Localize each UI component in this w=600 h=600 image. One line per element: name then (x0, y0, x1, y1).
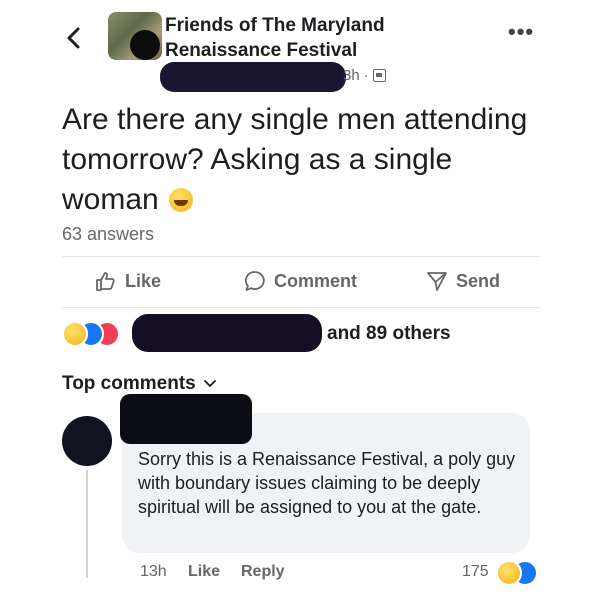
comment-like-button[interactable]: Like (188, 563, 220, 581)
post-message: Are there any single men attending tomor… (62, 103, 528, 216)
post-text: Are there any single men attending tomor… (62, 100, 542, 220)
like-button[interactable]: Like (95, 270, 161, 292)
group-avatar[interactable] (108, 12, 162, 60)
reactor-names-redacted (132, 314, 322, 352)
commenter-avatar[interactable] (62, 416, 112, 466)
divider (62, 307, 540, 308)
group-name[interactable]: Friends of The Maryland Renaissance Fest… (165, 13, 445, 63)
divider (62, 256, 540, 257)
comment-sort-label: Top comments (62, 373, 196, 394)
group-privacy-icon (372, 69, 386, 82)
chevron-left-icon (67, 27, 80, 49)
thread-line (86, 470, 88, 578)
reactions-others-text[interactable]: and 89 others (327, 323, 451, 345)
like-label: Like (125, 270, 162, 291)
comment-button[interactable]: Comment (244, 270, 357, 292)
comment-label: Comment (274, 270, 358, 291)
send-arrow-icon (427, 272, 447, 291)
comment-text: Sorry this is a Renaissance Festival, a … (138, 449, 516, 517)
comment-timestamp: 13h (140, 563, 167, 580)
comment-reaction-icons[interactable] (496, 560, 542, 586)
author-name-redacted (160, 62, 346, 92)
post-timestamp-row: 3h · (343, 67, 386, 84)
answers-count[interactable]: 63 answers (62, 224, 154, 245)
comment-reaction-count[interactable]: 175 (462, 563, 489, 581)
comment-bubble-icon (244, 271, 265, 291)
reaction-icons[interactable] (62, 321, 132, 347)
chevron-down-icon (203, 380, 216, 388)
avatar-redaction (130, 30, 160, 60)
back-button[interactable] (60, 24, 88, 52)
send-label: Send (456, 270, 501, 291)
commenter-name-redacted (120, 394, 252, 444)
ellipsis-icon: ••• (508, 19, 535, 44)
laughing-emoji-icon (62, 321, 88, 347)
send-button[interactable]: Send (426, 270, 500, 292)
more-options-button[interactable]: ••• (508, 21, 534, 43)
comment-sort-dropdown[interactable]: Top comments (62, 373, 216, 395)
post-timestamp: 3h (343, 67, 360, 84)
thumbs-up-icon (96, 272, 115, 291)
laughing-emoji-icon (496, 560, 522, 586)
comment-reply-button[interactable]: Reply (241, 563, 285, 581)
laughing-emoji-icon (169, 188, 194, 212)
